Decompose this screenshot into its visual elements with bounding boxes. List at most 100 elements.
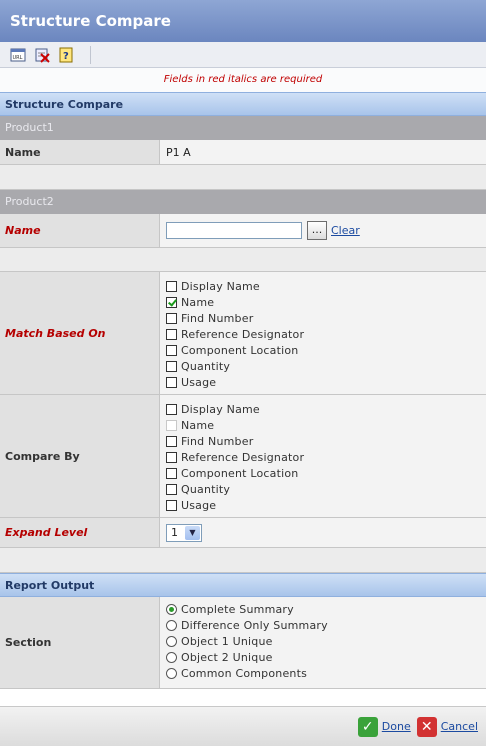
- product2-name-input[interactable]: [166, 222, 302, 239]
- compare-by-option[interactable]: Display Name: [166, 401, 304, 417]
- compare-by-option[interactable]: Name: [166, 417, 304, 433]
- compare-by-option-label: Display Name: [181, 402, 260, 416]
- spacer: [0, 548, 486, 573]
- help-icon[interactable]: ?: [56, 45, 76, 65]
- cancel-label[interactable]: Cancel: [441, 720, 478, 733]
- close-icon[interactable]: ✕: [416, 716, 437, 737]
- section-option-label: Complete Summary: [181, 602, 294, 616]
- section-option[interactable]: Complete Summary: [166, 601, 328, 617]
- section-option-label: Object 2 Unique: [181, 650, 273, 664]
- match-based-on-option[interactable]: Reference Designator: [166, 326, 304, 342]
- section-radio[interactable]: [166, 667, 177, 679]
- match-based-on-checkbox[interactable]: [166, 280, 177, 292]
- done-label[interactable]: Done: [382, 720, 411, 733]
- checkmark-icon[interactable]: ✓: [357, 716, 378, 737]
- section-row: Section Complete Summary Difference Only …: [0, 597, 486, 689]
- compare-by-label: Compare By: [0, 395, 160, 517]
- compare-by-checkbox[interactable]: [166, 403, 177, 415]
- product2-name-cell: ... Clear: [160, 214, 486, 247]
- section-option[interactable]: Object 2 Unique: [166, 649, 328, 665]
- product2-name-row: Name ... Clear: [0, 214, 486, 248]
- match-based-on-option-label: Quantity: [181, 359, 231, 373]
- svg-text:URL: URL: [13, 55, 23, 61]
- chevron-down-icon[interactable]: ▼: [185, 525, 200, 540]
- section-label: Section: [0, 597, 160, 688]
- match-based-on-checkbox[interactable]: [166, 344, 177, 356]
- compare-by-option[interactable]: Reference Designator: [166, 449, 304, 465]
- spacer: [0, 165, 486, 190]
- compare-by-option[interactable]: Usage: [166, 497, 304, 513]
- expand-level-label: Expand Level: [0, 518, 160, 547]
- compare-by-checkbox[interactable]: [166, 483, 177, 495]
- match-based-on-options: Display Name Name Find Number Reference Des…: [166, 272, 304, 396]
- section-options: Complete Summary Difference Only Summary O…: [166, 597, 328, 687]
- match-based-on-option[interactable]: Component Location: [166, 342, 304, 358]
- section-radio[interactable]: [166, 603, 177, 615]
- compare-by-options: Display Name Name Find Number Reference Des…: [166, 395, 304, 519]
- match-based-on-option-label: Display Name: [181, 279, 260, 293]
- expand-level-row: Expand Level 1 ▼: [0, 518, 486, 548]
- product2-header: Product2: [0, 190, 486, 214]
- structure-compare-header: Structure Compare: [0, 92, 486, 116]
- compare-by-option[interactable]: Find Number: [166, 433, 304, 449]
- match-based-on-row: Match Based On Display Name Name Find Numb…: [0, 272, 486, 395]
- expand-level-select[interactable]: 1 ▼: [166, 523, 202, 542]
- section-cell: Complete Summary Difference Only Summary O…: [160, 597, 486, 688]
- compare-by-option[interactable]: Component Location: [166, 465, 304, 481]
- expand-level-cell: 1 ▼: [160, 518, 486, 547]
- product1-name-label: Name: [0, 140, 160, 164]
- match-based-on-option-label: Usage: [181, 375, 217, 389]
- section-option-label: Difference Only Summary: [181, 618, 328, 632]
- product1-name-value: P1 A: [160, 140, 486, 164]
- match-based-on-checkbox[interactable]: [166, 312, 177, 324]
- expand-level-value: 1: [171, 526, 178, 539]
- clear-fields-icon[interactable]: [32, 45, 52, 65]
- compare-by-option-label: Component Location: [181, 466, 299, 480]
- toolbar: URL ?: [0, 42, 486, 68]
- product1-header: Product1: [0, 116, 486, 140]
- match-based-on-option[interactable]: Display Name: [166, 278, 304, 294]
- match-based-on-cell: Display Name Name Find Number Reference Des…: [160, 272, 486, 394]
- product2-name-label: Name: [0, 214, 160, 247]
- svg-text:?: ?: [63, 51, 69, 62]
- match-based-on-checkbox[interactable]: [166, 328, 177, 340]
- match-based-on-option-label: Reference Designator: [181, 327, 305, 341]
- match-based-on-checkbox[interactable]: [166, 296, 177, 308]
- product1-name-row: Name P1 A: [0, 140, 486, 165]
- toolbar-separator: [90, 45, 91, 64]
- compare-by-option[interactable]: Quantity: [166, 481, 304, 497]
- compare-by-option-label: Reference Designator: [181, 450, 305, 464]
- cancel-button[interactable]: ✕ Cancel: [416, 716, 478, 737]
- url-icon[interactable]: URL: [8, 45, 28, 65]
- compare-by-option-label: Usage: [181, 498, 217, 512]
- required-fields-note: Fields in red italics are required: [0, 68, 486, 92]
- match-based-on-label: Match Based On: [0, 272, 160, 394]
- footer-bar: ✓ Done ✕ Cancel: [0, 706, 486, 746]
- compare-by-checkbox[interactable]: [166, 467, 177, 479]
- window-title: Structure Compare: [0, 0, 486, 42]
- section-option[interactable]: Object 1 Unique: [166, 633, 328, 649]
- section-option[interactable]: Common Components: [166, 665, 328, 681]
- compare-by-option-label: Find Number: [181, 434, 254, 448]
- match-based-on-option-label: Component Location: [181, 343, 299, 357]
- match-based-on-checkbox[interactable]: [166, 376, 177, 388]
- section-option[interactable]: Difference Only Summary: [166, 617, 328, 633]
- compare-by-checkbox[interactable]: [166, 451, 177, 463]
- match-based-on-option-label: Name: [181, 295, 215, 309]
- match-based-on-option[interactable]: Usage: [166, 374, 304, 390]
- spacer: [0, 248, 486, 272]
- browse-button[interactable]: ...: [307, 221, 327, 240]
- match-based-on-option[interactable]: Find Number: [166, 310, 304, 326]
- compare-by-checkbox[interactable]: [166, 435, 177, 447]
- match-based-on-option[interactable]: Quantity: [166, 358, 304, 374]
- match-based-on-checkbox[interactable]: [166, 360, 177, 372]
- compare-by-cell: Display Name Name Find Number Reference Des…: [160, 395, 486, 517]
- match-based-on-option[interactable]: Name: [166, 294, 304, 310]
- compare-by-option-label: Quantity: [181, 482, 231, 496]
- clear-link[interactable]: Clear: [331, 224, 360, 237]
- section-radio[interactable]: [166, 619, 177, 631]
- compare-by-checkbox[interactable]: [166, 499, 177, 511]
- done-button[interactable]: ✓ Done: [357, 716, 411, 737]
- section-radio[interactable]: [166, 651, 177, 663]
- section-radio[interactable]: [166, 635, 177, 647]
